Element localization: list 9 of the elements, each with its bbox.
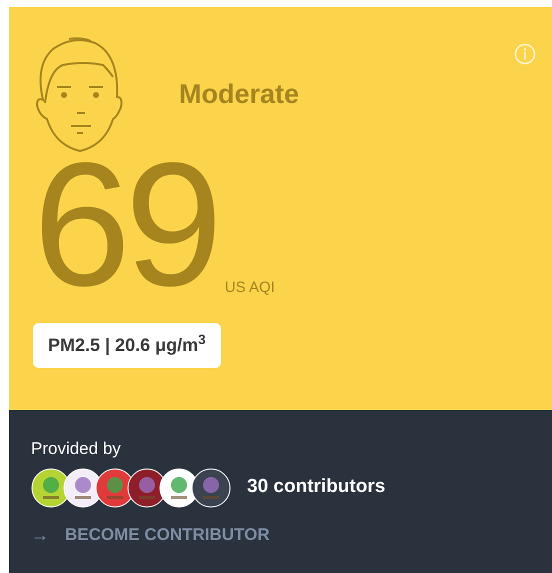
- contributors-count[interactable]: 30 contributors: [247, 473, 386, 502]
- aqi-value: 69: [33, 155, 217, 295]
- aqi-unit: US AQI: [224, 278, 275, 298]
- arrow-icon: →: [31, 522, 49, 548]
- status-label: Moderate: [179, 78, 300, 111]
- info-icon[interactable]: [514, 43, 536, 65]
- provided-by-label: Provided by: [31, 438, 122, 460]
- pollutant-badge: PM2.5 | 20.6 μg/m$^{3}$: [33, 323, 221, 368]
- become-contributor-link[interactable]: BECOME CONTRIBUTOR: [65, 522, 270, 548]
